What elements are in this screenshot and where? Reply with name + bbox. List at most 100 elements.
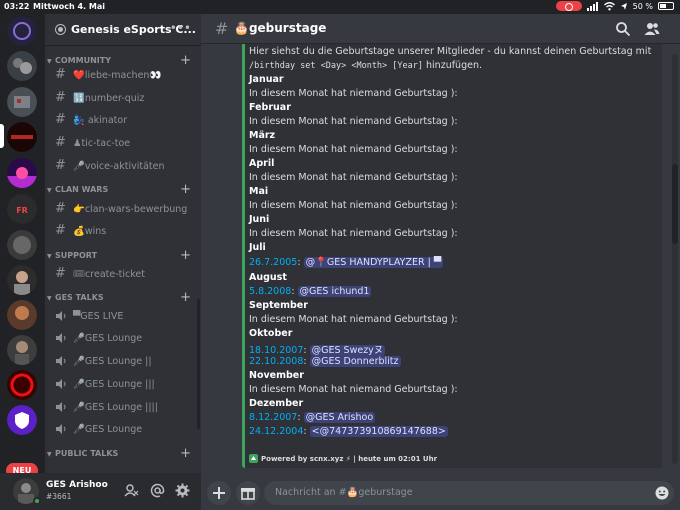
voice-channel-ges-lounge-4[interactable]: 🎤GES Lounge ||||: [53, 397, 195, 417]
birthday-date: 18.10.2007: [249, 345, 304, 356]
battery-percent: 50 %: [632, 1, 653, 11]
user-panel: GES Arishoo #3661: [0, 473, 201, 510]
hash-icon: #: [55, 90, 66, 105]
chevron-down-icon: ▼: [47, 451, 52, 458]
add-attachment-button[interactable]: [207, 481, 231, 505]
friends-icon[interactable]: [124, 483, 139, 498]
month-heading: Februar: [249, 102, 291, 113]
voice-channel-ges-lounge-3[interactable]: 🎤GES Lounge |||: [53, 374, 195, 394]
speaker-icon: [56, 356, 66, 366]
speaker-icon: [56, 402, 66, 412]
voice-channel-ges-lounge-1[interactable]: 🎤GES Lounge: [53, 328, 195, 348]
scnx-logo-icon: [249, 454, 258, 463]
user-mention[interactable]: @📍GES HANDYPLAYZER | ▀: [303, 257, 444, 268]
location-icon: [620, 2, 627, 10]
embed-description: Hier siehst du die Geburtstage unserer M…: [249, 46, 652, 71]
channel-clan-wars-bewerbung[interactable]: # 👉clan-wars-bewerbung: [53, 199, 195, 219]
wifi-icon: [603, 1, 615, 10]
month-heading: September: [249, 300, 308, 311]
birthday-entry: 18.10.2007: @GES Swezyヌ: [249, 345, 386, 356]
online-status-icon: [33, 497, 41, 505]
month-heading: Juli: [249, 242, 266, 253]
server-icon-3[interactable]: [7, 87, 37, 117]
add-channel-icon[interactable]: +: [180, 248, 191, 263]
emoji-icon[interactable]: [655, 486, 669, 500]
server-icon-12[interactable]: [7, 405, 37, 435]
category-clan-wars[interactable]: ▼ CLAN WARS +: [47, 182, 191, 199]
add-channel-icon[interactable]: +: [180, 290, 191, 305]
settings-gear-icon[interactable]: [175, 483, 190, 498]
voice-channel-ges-lounge-5[interactable]: 🎤GES Lounge: [53, 419, 195, 439]
server-icon-7[interactable]: [7, 230, 37, 260]
channel-tic-tac-toe[interactable]: # ♟tic-tac-toe: [53, 133, 195, 153]
sidebar-scrollbar[interactable]: [197, 299, 200, 429]
channel-create-ticket[interactable]: # 🎟create-ticket: [53, 264, 195, 284]
status-date: Mittwoch 4. Mai: [33, 2, 105, 11]
month-heading: April: [249, 158, 275, 169]
message-input-placeholder: Nachricht an #🎂geburstage: [275, 487, 413, 498]
month-heading: August: [249, 272, 287, 283]
user-mention[interactable]: @GES Arishoo: [303, 412, 376, 423]
user-mention[interactable]: @GES Swezyヌ: [309, 345, 386, 356]
month-empty-text: In diesem Monat hat niemand Geburtstag )…: [249, 384, 458, 395]
channel-liebe-machen[interactable]: # ❤️liebe-machen👀: [53, 65, 195, 85]
server-rail: FR NEU: [0, 14, 45, 510]
chevron-down-icon: ▼: [47, 58, 52, 65]
voice-channel-ges-live[interactable]: ▀GES LIVE: [53, 306, 195, 326]
footer-text: Powered by scnx.xyz ⚡ | heute um 02:01 U…: [261, 455, 438, 463]
channel-wins[interactable]: # 💰wins: [53, 221, 195, 241]
search-icon[interactable]: [615, 21, 631, 37]
chevron-down-icon: ▼: [47, 295, 52, 302]
server-icon-11[interactable]: [7, 370, 37, 400]
user-mention[interactable]: @GES ichund1: [297, 286, 372, 297]
server-icon-genesis[interactable]: [7, 122, 37, 152]
month-empty-text: In diesem Monat hat niemand Geburtstag )…: [249, 228, 458, 239]
server-icon-9[interactable]: [7, 300, 37, 330]
add-channel-icon[interactable]: +: [180, 182, 191, 197]
channel-number-quiz[interactable]: # 🔢number-quiz: [53, 88, 195, 108]
month-heading: März: [249, 130, 276, 141]
month-heading: Juni: [249, 214, 270, 225]
app-root: 03:22 Mittwoch 4. Mai 50 % FR NEU Genesi…: [0, 0, 680, 510]
command-code: /birthday set <Day> <Month> [Year]: [249, 61, 423, 71]
channel-title: 🎂geburstage: [234, 21, 327, 35]
chat-scrollbar-thumb[interactable]: [672, 164, 678, 244]
message-input[interactable]: Nachricht an #🎂geburstage: [264, 481, 674, 505]
chevron-down-icon: ▼: [47, 253, 52, 260]
battery-icon: [658, 2, 674, 10]
category-public-talks[interactable]: ▼ PUBLIC TALKS +: [47, 446, 191, 463]
category-support[interactable]: ▼ SUPPORT +: [47, 248, 191, 265]
server-icon-2[interactable]: [7, 51, 37, 81]
mention-icon[interactable]: [150, 483, 165, 498]
gift-button[interactable]: [236, 481, 260, 505]
hash-icon: #: [55, 266, 66, 281]
user-mention[interactable]: <@747373910869147688>: [309, 426, 448, 437]
voice-channel-ges-lounge-2[interactable]: 🎤GES Lounge ||: [53, 351, 195, 371]
birthday-embed: Hier siehst du die Geburtstage unserer M…: [242, 44, 662, 468]
server-icon-1[interactable]: [7, 16, 37, 46]
server-icon-8[interactable]: [7, 265, 37, 295]
server-icon-5[interactable]: [7, 158, 37, 188]
birthday-date: 26.7.2005: [249, 257, 298, 268]
guild-menu-icon[interactable]: •••: [170, 21, 191, 35]
add-channel-icon[interactable]: +: [180, 446, 191, 461]
birthday-entry: 26.7.2005: @📍GES HANDYPLAYZER | ▀: [249, 257, 444, 268]
message-composer: Nachricht an #🎂geburstage: [201, 477, 680, 510]
month-empty-text: In diesem Monat hat niemand Geburtstag )…: [249, 116, 458, 127]
guild-header[interactable]: Genesis eSports C... •••: [45, 14, 201, 46]
server-icon-6[interactable]: FR: [7, 194, 37, 224]
embed-accent-bar: [242, 44, 245, 468]
hash-icon: #: [55, 67, 66, 82]
channel-akinator[interactable]: # 🧞‍♀️ akinator: [53, 110, 195, 130]
category-ges-talks[interactable]: ▼ GES TALKS +: [47, 290, 191, 307]
members-icon[interactable]: [644, 21, 660, 37]
chat-scrollbar[interactable]: [672, 54, 678, 464]
hash-icon: #: [55, 201, 66, 216]
channel-voice-aktivitaeten[interactable]: # 🎤voice-aktivitäten: [53, 156, 195, 176]
speaker-icon: [56, 311, 66, 321]
hash-icon: #: [55, 158, 66, 173]
birthday-date: 22.10.2008: [249, 356, 304, 367]
user-mention[interactable]: @GES Donnerblitz: [309, 356, 401, 367]
server-icon-10[interactable]: [7, 335, 37, 365]
plus-icon: [213, 487, 225, 499]
